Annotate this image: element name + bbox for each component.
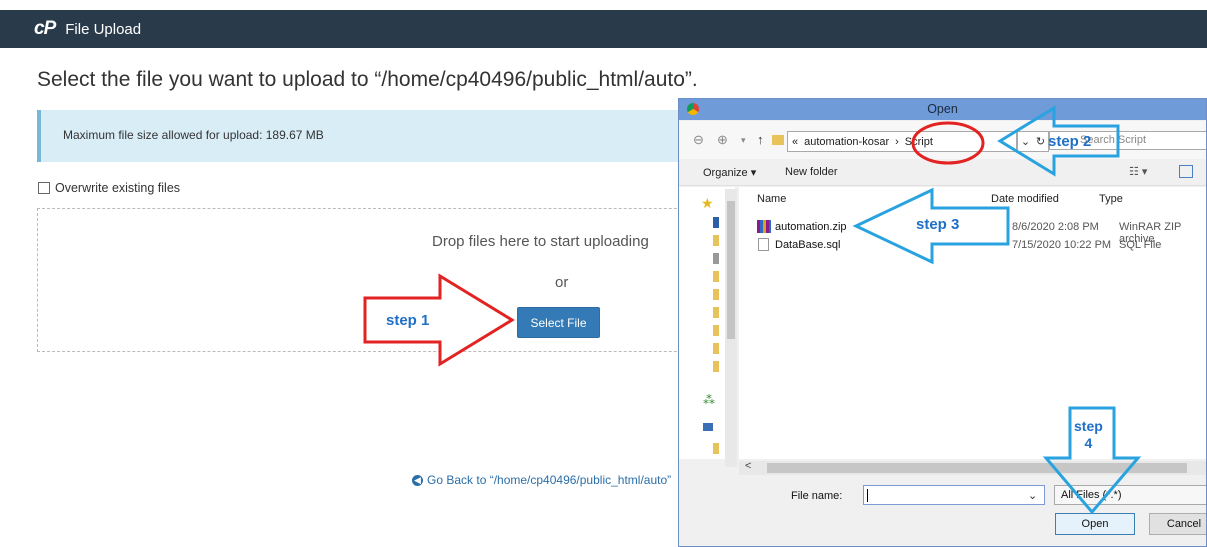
up-arrow-icon[interactable]: ↑	[757, 132, 764, 147]
network-icon[interactable]: ⁂	[703, 393, 715, 407]
chevron-down-icon[interactable]: ⌄	[1028, 489, 1037, 502]
open-button[interactable]: Open	[1055, 513, 1135, 535]
upload-heading: Select the file you want to upload to “/…	[37, 68, 698, 91]
dialog-title: Open	[927, 102, 958, 116]
cpanel-logo[interactable]: cP	[34, 18, 56, 40]
step4-label-line2: 4	[1084, 435, 1093, 451]
column-type[interactable]: Type	[1099, 193, 1123, 205]
nav-folder-icon[interactable]	[713, 325, 719, 336]
nav-folder-icon[interactable]	[713, 217, 719, 228]
column-name[interactable]: Name	[757, 193, 786, 205]
arrow-left-circle-icon: ◀	[412, 474, 423, 486]
nav-folder-icon[interactable]	[713, 253, 719, 264]
file-date: 7/15/2020 10:22 PM	[1012, 239, 1112, 251]
preview-pane-icon[interactable]	[1179, 165, 1193, 178]
file-date: 8/6/2020 2:08 PM	[1012, 221, 1099, 233]
file-name-input[interactable]	[863, 485, 1045, 505]
step1-label: step 1	[386, 312, 430, 329]
recent-dropdown-icon[interactable]: ▾	[741, 135, 746, 146]
nav-folder-icon[interactable]	[713, 271, 719, 282]
overwrite-option[interactable]: Overwrite existing files	[38, 181, 180, 195]
max-size-text: Maximum file size allowed for upload: 18…	[63, 128, 324, 142]
view-options-icon[interactable]: ☷ ▾	[1129, 165, 1147, 178]
new-folder-button[interactable]: New folder	[785, 166, 838, 178]
step4-label: step 4	[1074, 418, 1103, 452]
nav-folder-icon[interactable]	[713, 361, 719, 372]
nav-folder-icon[interactable]	[713, 307, 719, 318]
nav-folder-icon[interactable]	[713, 343, 719, 354]
top-strip	[0, 0, 1207, 10]
zip-archive-icon	[757, 220, 771, 233]
breadcrumb-prefix: «	[792, 135, 799, 148]
breadcrumb-separator: ›	[895, 135, 899, 148]
go-back-link[interactable]: ◀ Go Back to “/home/cp40496/public_html/…	[412, 473, 671, 487]
organize-menu[interactable]: Organize ▾	[703, 166, 756, 179]
overwrite-label: Overwrite existing files	[55, 181, 181, 195]
step3-label: step 3	[916, 216, 960, 233]
select-file-button[interactable]: Select File	[517, 307, 600, 338]
sql-file-icon	[758, 238, 769, 251]
file-type: SQL File	[1119, 239, 1162, 251]
folder-icon	[772, 135, 784, 145]
scrollbar-thumb[interactable]	[727, 201, 735, 339]
file-name: DataBase.sql	[775, 239, 841, 251]
nav-folder-icon[interactable]	[713, 235, 719, 246]
star-icon[interactable]: ★	[701, 195, 714, 212]
drop-text: Drop files here to start uploading	[432, 233, 649, 250]
forward-icon[interactable]: ⊕	[717, 132, 728, 148]
max-size-info: Maximum file size allowed for upload: 18…	[37, 110, 697, 162]
script-highlight-circle	[911, 121, 985, 165]
cancel-button[interactable]: Cancel	[1149, 513, 1206, 535]
breadcrumb-parent[interactable]: automation-kosar	[804, 136, 889, 148]
computer-icon[interactable]	[703, 423, 713, 431]
file-name-label: File name:	[791, 490, 843, 502]
text-caret	[867, 489, 868, 502]
dialog-titlebar: Open	[679, 99, 1206, 120]
step2-label: step 2	[1048, 133, 1092, 150]
scroll-left-icon[interactable]: <	[745, 460, 751, 472]
step1-arrow	[363, 273, 515, 367]
nav-folder-icon[interactable]	[713, 289, 719, 300]
page-title: File Upload	[65, 20, 142, 38]
step4-label-line1: step	[1074, 418, 1103, 434]
navigation-scrollbar[interactable]	[725, 189, 737, 467]
overwrite-checkbox[interactable]	[38, 182, 50, 194]
go-back-text: Go Back to “/home/cp40496/public_html/au…	[427, 473, 672, 487]
back-icon[interactable]: ⊖	[693, 132, 704, 148]
nav-folder-icon[interactable]	[713, 443, 719, 454]
header-bar: cP File Upload	[0, 10, 1207, 48]
or-text: or	[555, 274, 569, 291]
file-name: automation.zip	[775, 221, 847, 233]
